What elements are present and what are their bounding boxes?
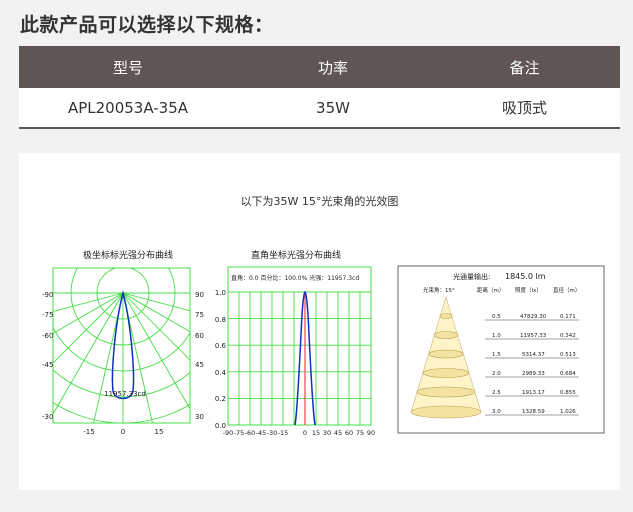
cartesian-x-tick-3: -45 [256, 429, 267, 437]
cone-ring-4 [422, 368, 470, 378]
cone-row-2-distance: 1.0 [492, 333, 501, 339]
page-title: 此款产品可以选择以下规格： [20, 14, 274, 36]
cartesian-x-tick-7: 15 [312, 429, 320, 437]
header-power: 功率 [237, 46, 429, 88]
cartesian-chart: 直角：0.0 百分比：100.0% 光强：11957.3cd 0.0 0.2 0… [215, 266, 375, 437]
header-remark: 备注 [429, 46, 620, 88]
cone-ring-1 [439, 313, 453, 319]
polar-tick-right-2: 75 [195, 311, 204, 319]
cartesian-y-tick-5: 1.0 [215, 289, 226, 297]
polar-tick-right-5: 30 [195, 413, 204, 421]
cone-row-3-distance: 1.5 [492, 352, 501, 358]
flux-value: 1845.0 lm [505, 272, 546, 281]
cone-row-2-diameter: 0.342 [560, 333, 576, 339]
polar-tick-bottom-2: 0 [121, 428, 125, 436]
cartesian-y-tick-1: 0.2 [215, 395, 226, 403]
illuminance-cone-diagram: 光通量输出: 1845.0 lm 光束角：15° 距离（m） 照度（lx） 直径… [397, 265, 605, 434]
cartesian-y-tick-4: 0.8 [215, 316, 226, 324]
cartesian-x-tick-6: 0 [303, 429, 307, 437]
cone-row-5-diameter: 0.855 [560, 390, 576, 396]
cell-remark: 吸顶式 [429, 88, 620, 129]
header-model: 型号 [19, 46, 237, 88]
cartesian-x-tick-8: 30 [323, 429, 331, 437]
polar-tick-right-4: 45 [195, 361, 204, 369]
cartesian-y-tick-3: 0.6 [215, 342, 227, 350]
cone-row-4-illuminance: 2989.33 [522, 371, 545, 377]
cone-ring-6 [410, 405, 482, 419]
light-chart-title: 以下为35W 15°光束角的光效图 [240, 195, 399, 208]
cone-row-1-illuminance: 47829.30 [520, 314, 547, 320]
polar-tick-bottom-1: -15 [83, 428, 94, 436]
cone-row-4-distance: 2.0 [492, 371, 501, 377]
cartesian-y-tick-2: 0.4 [215, 369, 227, 377]
cartesian-x-tick-4: -30 [267, 429, 278, 437]
polar-peak-label: 11957.33cd [104, 390, 146, 398]
cone-row-3-illuminance: 5314.37 [522, 352, 545, 358]
polar-tick-left-1: -90 [42, 291, 53, 299]
cartesian-x-tick-11: 75 [356, 429, 364, 437]
polar-tick-left-3: -60 [42, 332, 53, 340]
cartesian-info-text: 直角：0.0 百分比：100.0% 光强：11957.3cd [231, 274, 359, 282]
cartesian-chart-title: 直角坐标光强分布曲线 [251, 251, 342, 261]
flux-label: 光通量输出: [453, 272, 490, 281]
cone-row-6-distance: 3.0 [492, 409, 501, 415]
cartesian-x-tick-12: 90 [367, 429, 375, 437]
cone-header-distance: 距离（m） [477, 286, 504, 294]
cartesian-x-tick-9: 45 [334, 429, 342, 437]
cone-row-5-illuminance: 1913.17 [522, 390, 545, 396]
cone-header-illuminance: 照度（lx） [515, 286, 542, 294]
polar-chart-title: 极坐标标光强分布曲线 [83, 251, 174, 261]
spec-table-header-row: 型号 功率 备注 [19, 46, 620, 88]
cartesian-x-tick-2: -60 [245, 429, 256, 437]
cone-ring-5 [416, 386, 476, 398]
cone-header-beam-angle: 光束角：15° [423, 286, 455, 294]
polar-tick-left-5: -30 [42, 413, 53, 421]
spec-table: 型号 功率 备注 APL20053A-35A 35W 吸顶式 [19, 46, 620, 129]
cone-header-diameter: 直径（m） [553, 286, 580, 294]
polar-tick-right-3: 60 [195, 332, 204, 340]
polar-tick-left-2: -75 [42, 311, 53, 319]
polar-chart: 11957.33cd -90 -75 -60 -45 -30 90 75 60 … [42, 267, 204, 436]
cartesian-x-tick-0: -90 [223, 429, 234, 437]
cell-model: APL20053A-35A [19, 88, 237, 129]
cone-ring-3 [428, 349, 464, 359]
polar-tick-right-1: 90 [195, 291, 204, 299]
cone-row-6-diameter: 1.026 [560, 409, 576, 415]
cone-row-1-diameter: 0.171 [560, 314, 576, 320]
cone-row-2-illuminance: 11957.33 [520, 333, 547, 339]
cartesian-x-tick-10: 60 [345, 429, 353, 437]
cartesian-x-tick-5: -15 [278, 429, 289, 437]
cone-row-6-illuminance: 1328.59 [522, 409, 545, 415]
cone-row-4-diameter: 0.684 [560, 371, 576, 377]
light-chart-panel: 以下为35W 15°光束角的光效图 极坐标标光强分布曲线 11957.33cd … [19, 153, 620, 490]
cone-row-1-distance: 0.5 [492, 314, 501, 320]
cone-ring-2 [433, 331, 459, 339]
cartesian-x-tick-1: -75 [234, 429, 245, 437]
cone-row-3-diameter: 0.513 [560, 352, 576, 358]
cone-row-5-distance: 2.5 [492, 390, 501, 396]
polar-tick-left-4: -45 [42, 361, 53, 369]
table-row: APL20053A-35A 35W 吸顶式 [19, 88, 620, 129]
cell-power: 35W [237, 88, 429, 129]
polar-tick-bottom-3: 15 [155, 428, 164, 436]
